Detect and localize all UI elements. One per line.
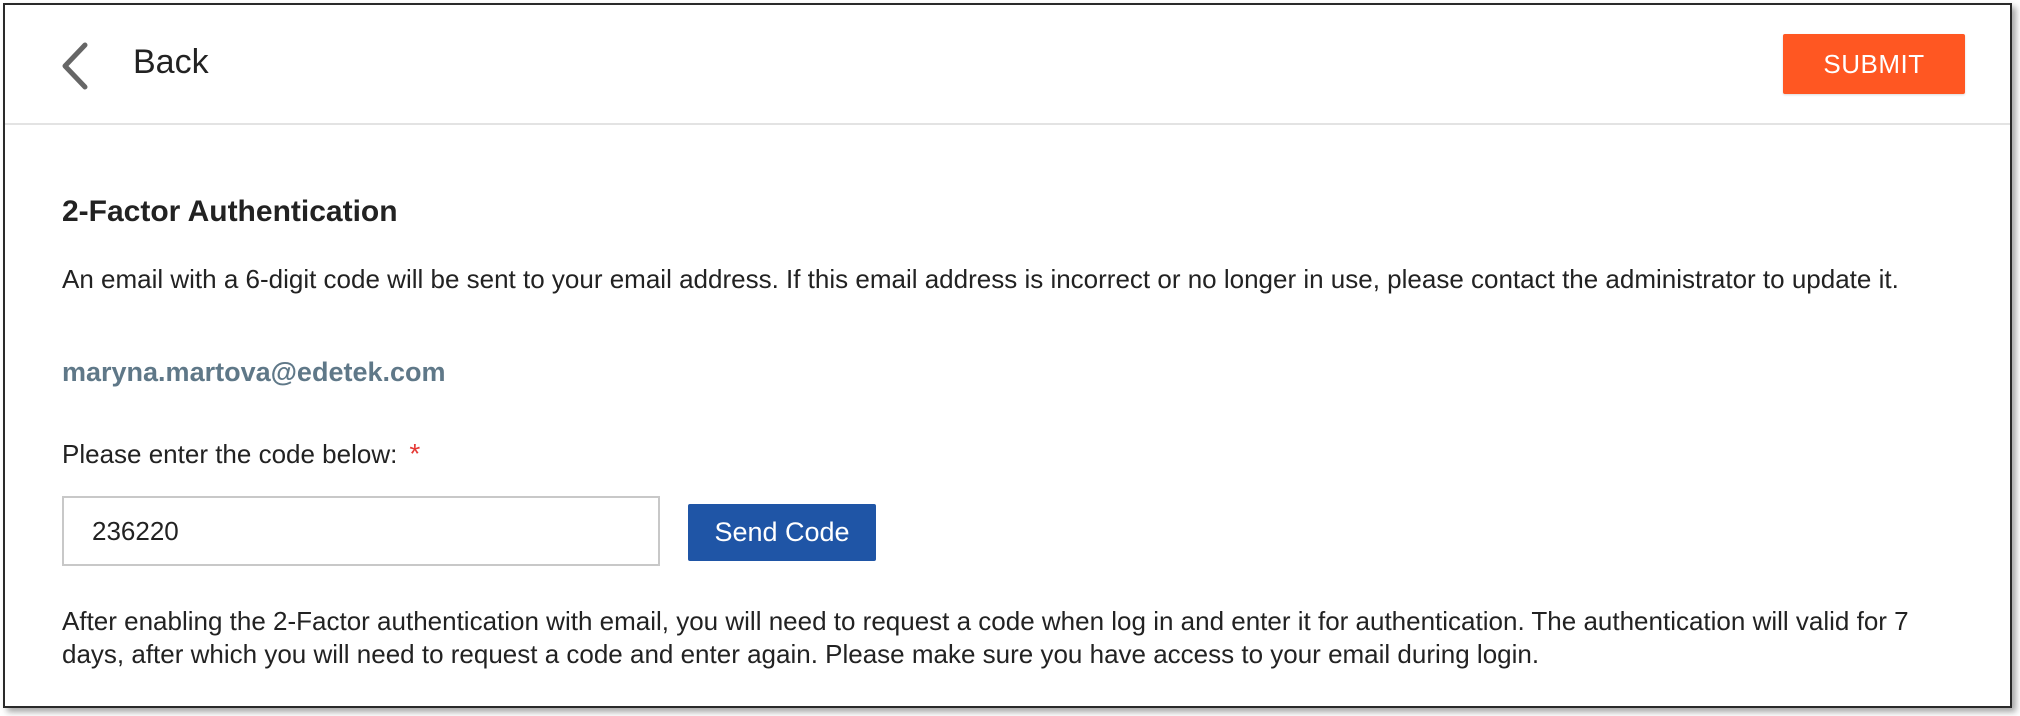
description-text: An email with a 6-digit code will be sen… xyxy=(62,264,1899,294)
info-note: After enabling the 2-Factor authenticati… xyxy=(62,606,1909,669)
code-label-text: Please enter the code below: xyxy=(62,439,398,469)
send-code-button[interactable]: Send Code xyxy=(688,504,876,561)
required-asterisk: * xyxy=(409,438,421,469)
section-title: 2-Factor Authentication xyxy=(62,195,398,228)
email-address: maryna.martova@edetek.com xyxy=(62,357,446,387)
submit-button[interactable]: SUBMIT xyxy=(1783,34,1965,94)
code-field-label: Please enter the code below: * xyxy=(62,438,420,470)
chevron-left-icon[interactable] xyxy=(59,41,93,91)
code-input[interactable] xyxy=(62,496,660,566)
two-factor-panel: Back SUBMIT 2-Factor Authentication An e… xyxy=(3,3,2012,708)
back-link[interactable]: Back xyxy=(133,43,209,82)
header-bar: Back SUBMIT xyxy=(5,5,2010,125)
